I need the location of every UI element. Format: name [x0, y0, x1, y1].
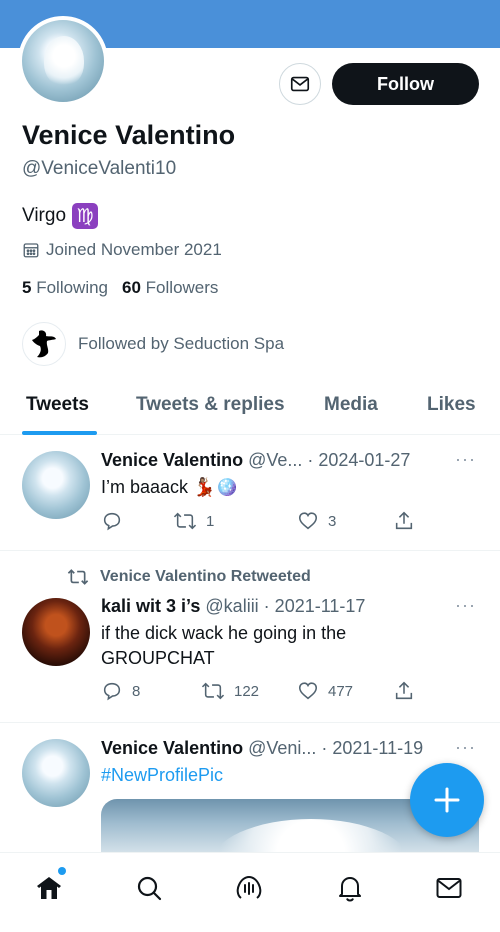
heart-icon — [298, 512, 318, 530]
tweet-actions: 1 3 — [101, 510, 421, 536]
follower-avatar — [22, 322, 66, 366]
tweet-avatar[interactable] — [22, 739, 90, 807]
tweet-item[interactable]: Venice Valentino Retweeted kali wit 3 i’… — [0, 551, 500, 723]
retweet-count: 1 — [206, 512, 215, 530]
tweet-text-line: GROUPCHAT — [101, 648, 215, 668]
tab-tweets[interactable]: Tweets — [26, 394, 89, 416]
reply-button[interactable]: 8 — [101, 680, 140, 702]
reply-icon — [103, 512, 121, 531]
tweet-actions: 8 122 477 — [101, 680, 421, 706]
profile-avatar[interactable] — [18, 16, 108, 106]
more-icon[interactable]: ··· — [455, 449, 476, 470]
like-count: 3 — [328, 512, 337, 530]
nav-home[interactable] — [32, 871, 66, 905]
heart-icon — [298, 682, 318, 700]
followers-link[interactable]: 60 Followers — [122, 278, 218, 298]
retweeted-text: Venice Valentino Retweeted — [100, 568, 311, 585]
retweet-icon — [67, 569, 89, 585]
more-icon[interactable]: ··· — [455, 737, 476, 758]
home-icon — [37, 877, 61, 899]
nav-messages[interactable] — [432, 871, 466, 905]
share-button[interactable] — [393, 510, 415, 532]
retweet-icon — [173, 512, 197, 530]
spaces-icon — [236, 875, 262, 899]
tweet-item[interactable]: Venice Valentino @Ve... · 2024-01-27 ···… — [0, 435, 500, 551]
tweet-header: Venice Valentino @Veni... · 2021-11-19 — [101, 738, 423, 759]
tweet-text-line: if the dick wack he going in the — [101, 623, 347, 643]
hashtag-link[interactable]: #NewProfilePic — [101, 763, 223, 788]
followers-count: 60 — [122, 278, 141, 297]
tweet-avatar[interactable] — [22, 598, 90, 666]
share-button[interactable] — [393, 680, 415, 702]
tweet-author[interactable]: Venice Valentino — [101, 450, 243, 470]
nav-spaces[interactable] — [232, 871, 266, 905]
follow-button[interactable]: Follow — [332, 63, 479, 105]
share-icon — [395, 681, 413, 700]
plus-icon — [434, 787, 460, 813]
tweet-meta: @Ve... · 2024-01-27 — [248, 450, 411, 470]
tab-likes[interactable]: Likes — [427, 394, 476, 416]
message-button[interactable] — [279, 63, 321, 105]
reply-button[interactable] — [101, 510, 123, 532]
tweet-meta: @Veni... · 2021-11-19 — [248, 738, 424, 758]
like-button[interactable]: 477 — [297, 680, 353, 702]
tweet-text: I’m baaack 💃🏽🪩 — [101, 477, 238, 497]
like-count: 477 — [328, 682, 354, 700]
following-link[interactable]: 5 Following — [22, 278, 108, 298]
follow-counts: 5 Following 60 Followers — [22, 278, 218, 298]
silhouette-icon — [32, 330, 56, 358]
tweet-author[interactable]: kali wit 3 i’s — [101, 596, 200, 616]
tab-tweets-replies[interactable]: Tweets & replies — [136, 394, 285, 416]
joined-text: Joined November 2021 — [46, 240, 222, 259]
tab-media[interactable]: Media — [324, 394, 378, 416]
nav-search[interactable] — [132, 871, 166, 905]
calendar-icon — [23, 243, 39, 258]
bottom-navigation — [0, 852, 500, 932]
retweeted-label: Venice Valentino Retweeted — [66, 567, 311, 587]
bell-icon — [339, 877, 361, 902]
profile-tabs: Tweets Tweets & replies Media Likes — [0, 380, 500, 435]
virgo-emoji: ♍ — [72, 203, 99, 229]
followers-label: Followers — [145, 278, 219, 297]
notification-dot — [58, 867, 66, 875]
reply-icon — [103, 682, 121, 701]
like-button[interactable]: 3 — [297, 510, 336, 532]
profile-handle: @VeniceValenti10 — [22, 158, 177, 179]
followed-by-text: Followed by Seduction Spa — [78, 334, 285, 353]
tweet-avatar[interactable] — [22, 451, 90, 519]
following-label: Following — [36, 278, 109, 297]
retweet-count: 122 — [234, 682, 260, 700]
share-icon — [395, 511, 413, 530]
tweet-author[interactable]: Venice Valentino — [101, 738, 243, 758]
profile-bio: Virgo ♍ — [22, 203, 99, 229]
joined-date: Joined November 2021 — [22, 240, 222, 260]
mail-icon — [436, 878, 462, 898]
nav-notifications[interactable] — [333, 871, 367, 905]
reply-count: 8 — [132, 682, 141, 700]
followed-by[interactable]: Followed by Seduction Spa — [22, 322, 284, 366]
following-count: 5 — [22, 278, 32, 297]
search-icon — [137, 876, 162, 901]
mail-icon — [290, 76, 310, 92]
tweet-header: Venice Valentino @Ve... · 2024-01-27 — [101, 450, 410, 471]
compose-tweet-button[interactable] — [410, 763, 484, 837]
retweet-button[interactable]: 1 — [173, 510, 214, 532]
tweet-text: if the dick wack he going in the GROUPCH… — [101, 621, 346, 671]
tweet-header: kali wit 3 i’s @kaliii · 2021-11-17 — [101, 596, 365, 617]
retweet-icon — [201, 682, 225, 700]
retweet-button[interactable]: 122 — [201, 680, 259, 702]
tweet-meta: @kaliii · 2021-11-17 — [205, 596, 366, 616]
more-icon[interactable]: ··· — [455, 595, 476, 616]
bio-text: Virgo — [22, 205, 67, 226]
profile-name: Venice Valentino — [22, 120, 236, 150]
